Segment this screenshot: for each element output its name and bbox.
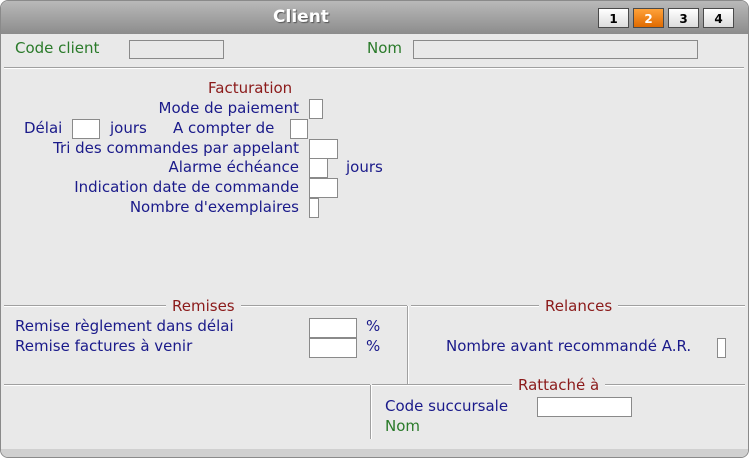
tri-commandes-field[interactable] [309,139,338,159]
client-window: Client 1 2 3 4 Code client Nom Facturati… [0,0,749,458]
remise-reglement-field[interactable] [309,318,357,338]
recommande-field[interactable] [717,338,726,358]
remise-reglement-percent: % [366,317,381,335]
alarme-echeance-label: Alarme échéance [168,158,299,176]
delai-label: Délai [24,119,63,137]
tab-3-button[interactable]: 3 [668,8,699,28]
remise-factures-label: Remise factures à venir [15,337,193,355]
mode-paiement-label: Mode de paiement [158,99,300,117]
code-succursale-field[interactable] [537,397,632,417]
code-client-field[interactable] [129,40,224,59]
tri-commandes-label: Tri des commandes par appelant [53,139,299,157]
relances-title: Relances [539,297,619,315]
a-compter-label: A compter de [173,119,275,137]
remises-title: Remises [166,297,241,315]
tab-4-button[interactable]: 4 [703,8,734,28]
rattache-nom-label: Nom [385,417,421,435]
delai-field[interactable] [72,119,100,139]
facturation-title: Facturation [208,79,293,97]
divider-vertical-2 [370,385,372,439]
bottom-border [1,449,748,457]
code-succursale-label: Code succursale [385,397,509,415]
title-bar: Client 1 2 3 4 [1,1,748,34]
nombre-exemplaires-field[interactable] [309,198,319,218]
a-compter-field[interactable] [290,119,308,139]
remise-reglement-label: Remise règlement dans délai [15,317,234,335]
nombre-exemplaires-label: Nombre d'exemplaires [129,198,299,216]
nom-label: Nom [367,39,403,57]
indication-date-field[interactable] [309,178,338,198]
alarme-jours-label: jours [346,158,383,176]
alarme-echeance-field[interactable] [309,158,328,178]
recommande-label: Nombre avant recommandé A.R. [446,337,692,355]
remise-factures-percent: % [366,337,381,355]
remise-factures-field[interactable] [309,338,357,358]
divider-header [4,67,744,69]
divider-vertical-1 [407,306,409,384]
mode-paiement-field[interactable] [309,99,323,119]
delai-jours-label: jours [110,119,147,137]
tab-1-button[interactable]: 1 [598,8,629,28]
code-client-label: Code client [15,39,100,57]
window-title: Client [273,7,329,27]
rattache-title: Rattaché à [512,376,606,394]
divider-bottom-left [4,384,370,386]
nom-field[interactable] [413,40,698,59]
tab-2-button[interactable]: 2 [633,8,664,28]
indication-date-label: Indication date de commande [74,178,299,196]
